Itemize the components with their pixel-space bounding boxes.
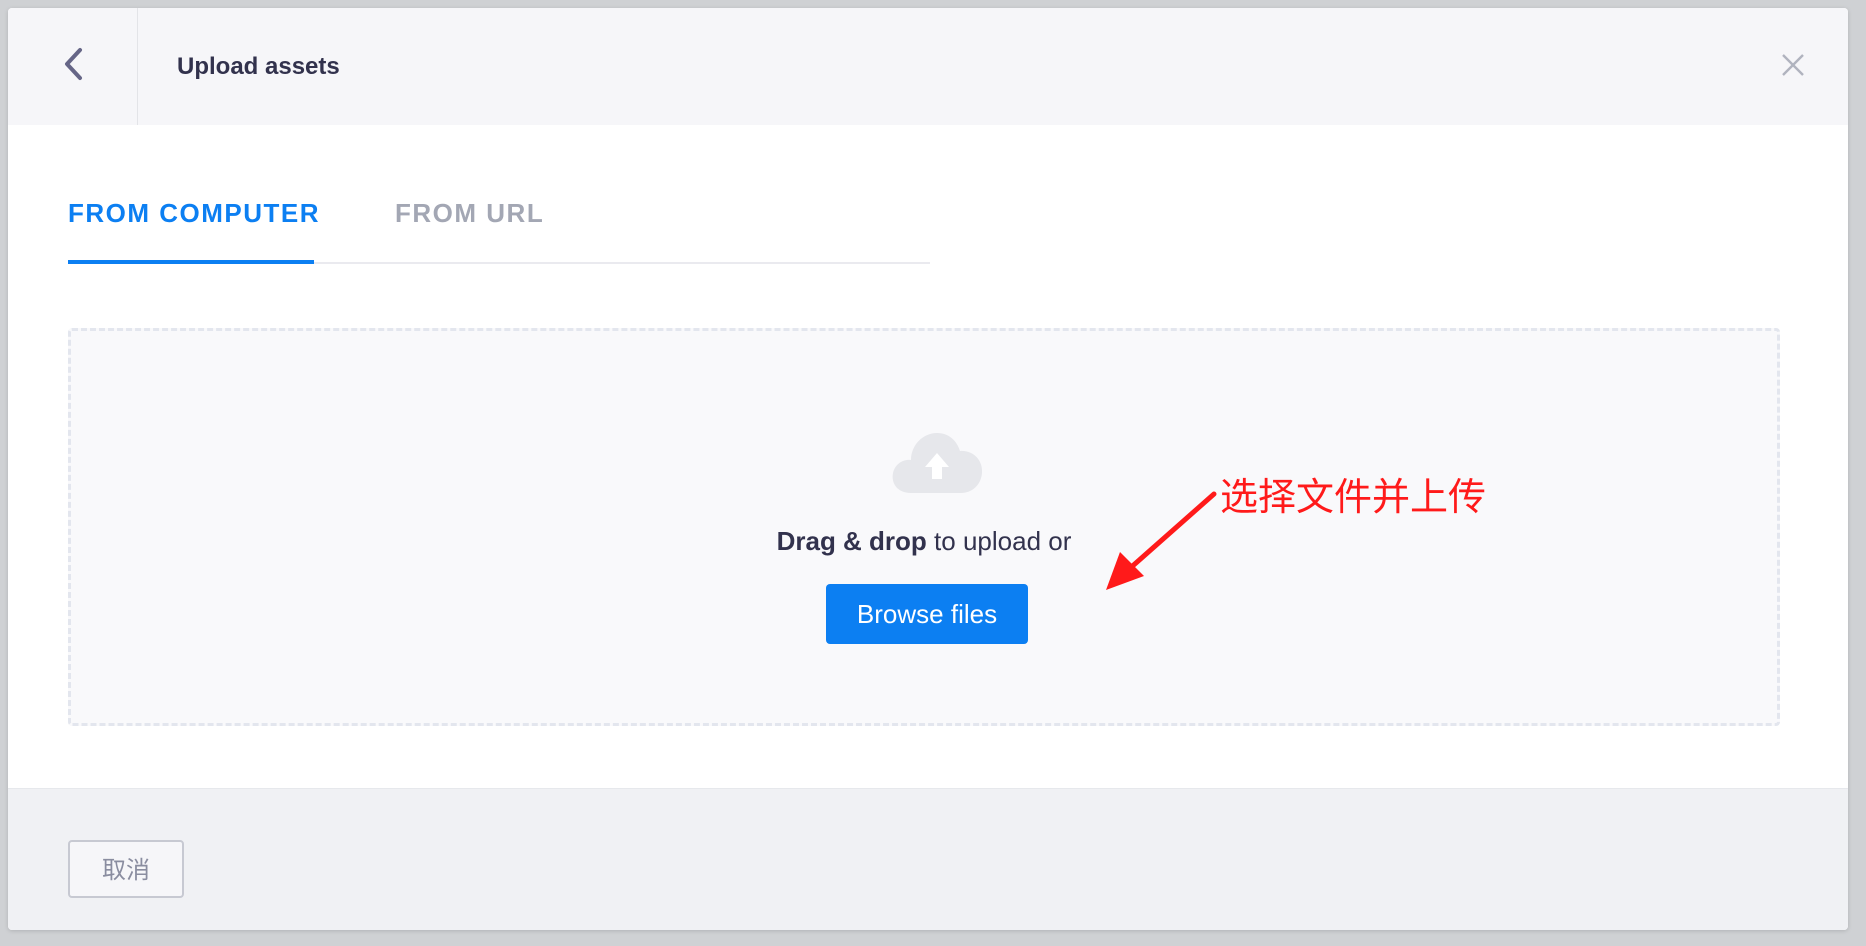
upload-or-label: to upload or <box>926 526 1072 556</box>
annotation-arrow-icon <box>1106 491 1217 590</box>
dropzone-instructions: Drag & drop to upload or <box>71 526 1777 557</box>
upload-source-tabs: FROM COMPUTER FROM URL <box>68 170 930 264</box>
upload-assets-modal: Upload assets FROM COMPUTER FROM URL Dra… <box>8 8 1848 930</box>
back-button[interactable] <box>8 8 138 125</box>
browse-files-button[interactable]: Browse files <box>826 584 1028 644</box>
modal-header: Upload assets <box>8 8 1848 125</box>
modal-title: Upload assets <box>177 53 340 80</box>
annotation-label: 选择文件并上传 <box>1220 475 1487 519</box>
tab-from-computer[interactable]: FROM COMPUTER <box>68 170 319 264</box>
cloud-upload-icon <box>889 423 985 499</box>
tab-from-url[interactable]: FROM URL <box>395 170 544 262</box>
close-icon <box>1781 53 1805 82</box>
modal-footer: 取消 <box>8 788 1848 930</box>
cancel-button[interactable]: 取消 <box>68 840 184 898</box>
drag-drop-label: Drag & drop <box>776 526 927 556</box>
file-dropzone[interactable]: Drag & drop to upload or Browse files <box>68 328 1780 726</box>
chevron-left-icon <box>62 46 84 87</box>
close-button[interactable] <box>1774 48 1812 86</box>
